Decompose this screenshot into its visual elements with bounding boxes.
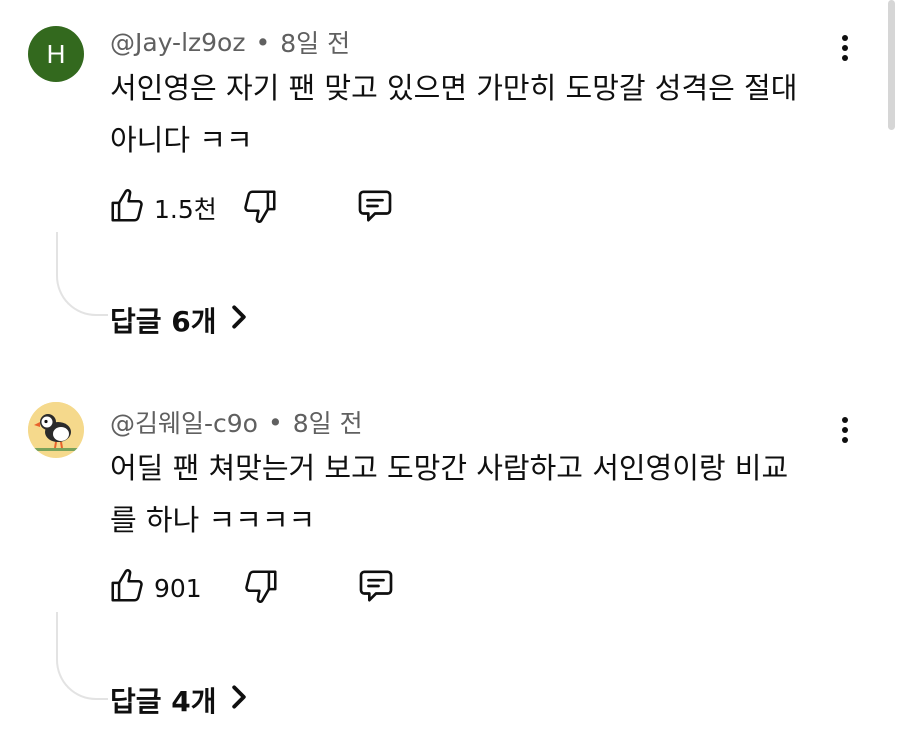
author-name[interactable]: @Jay-lz9oz [110,28,245,57]
dislike-button[interactable] [242,567,280,609]
like-button[interactable]: 1.5천 [108,187,217,229]
view-replies-button[interactable]: 답글 6개 [110,300,247,340]
thread-line [56,232,108,316]
thread-line [56,612,108,700]
avatar-letter: H [46,38,66,69]
puffin-avatar-icon [28,402,84,458]
replies-label: 답글 6개 [110,305,217,338]
more-vertical-icon[interactable] [832,28,858,68]
thumbs-up-icon [108,187,146,229]
reply-button[interactable] [355,186,395,230]
comment-meta: @김웨일-c9o • 8일 전 [110,404,363,440]
avatar[interactable] [28,402,84,458]
reply-comment-icon [356,566,396,610]
comment-time[interactable]: 8일 전 [293,404,363,440]
comment-actions: 901 [108,566,396,610]
author-name[interactable]: @김웨일-c9o [110,404,258,440]
comment-text-line: 어딜 팬 쳐맞는거 보고 도망간 사람하고 서인영이랑 비교 [110,451,789,485]
comment-text: 어딜 팬 쳐맞는거 보고 도망간 사람하고 서인영이랑 비교 를 하나 ㅋㅋㅋㅋ [110,442,830,546]
dislike-button[interactable] [241,187,279,229]
comment-text-line: 를 하나 ㅋㅋㅋㅋ [110,503,316,537]
meta-separator: • [255,27,271,57]
chevron-right-icon [217,684,247,717]
view-replies-button[interactable]: 답글 4개 [110,680,247,720]
reply-button[interactable] [356,566,396,610]
comment-time[interactable]: 8일 전 [280,24,350,60]
thumbs-down-icon [241,187,279,229]
thumbs-up-icon [108,567,146,609]
meta-separator: • [267,407,283,437]
comment-actions: 1.5천 [108,186,395,230]
like-button[interactable]: 901 [108,567,202,609]
replies-label: 답글 4개 [110,685,217,718]
comment-text-line: 서인영은 자기 팬 맞고 있으면 가만히 도망갈 성격은 절대 [110,71,798,105]
more-vertical-icon[interactable] [832,410,858,450]
like-count: 1.5천 [154,195,217,224]
comment-text: 서인영은 자기 팬 맞고 있으면 가만히 도망갈 성격은 절대 아니다 ㅋㅋ [110,62,830,166]
avatar[interactable]: H [28,26,84,82]
like-count: 901 [154,573,202,603]
comment-meta: @Jay-lz9oz • 8일 전 [110,24,350,60]
comment-text-line: 아니다 ㅋㅋ [110,123,253,157]
chevron-right-icon [217,304,247,337]
reply-comment-icon [355,186,395,230]
scrollbar[interactable] [888,0,895,130]
thumbs-down-icon [242,567,280,609]
